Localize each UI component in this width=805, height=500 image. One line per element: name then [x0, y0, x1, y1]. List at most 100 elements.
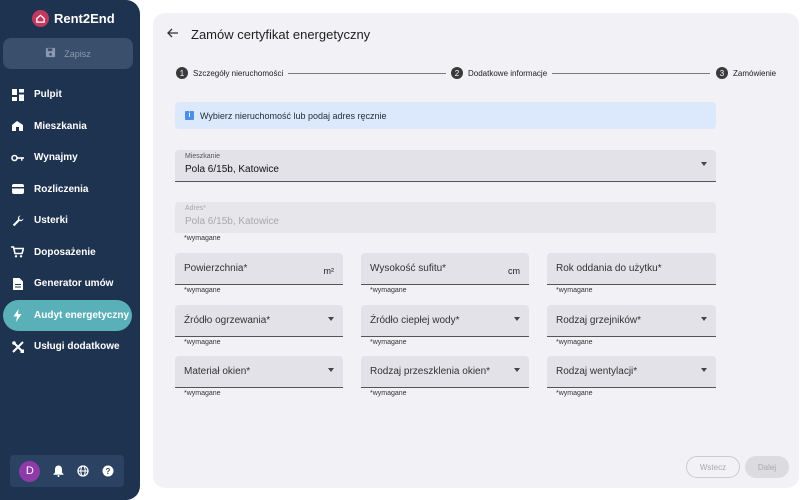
area-unit: m²: [323, 266, 335, 276]
globe-icon[interactable]: [76, 464, 90, 478]
apartment-label: Mieszkanie: [185, 153, 221, 160]
sidebar-item-label: Mieszkania: [34, 120, 87, 132]
address-field: Adres* Pola 6/15b, Katowice: [175, 202, 716, 233]
radiators-select[interactable]: Rodzaj grzejników*: [547, 305, 716, 337]
sidebar-item-label: Generator umów: [34, 278, 114, 290]
floppy-icon: [45, 47, 56, 60]
sidebar-item-uslugi-dodatkowe[interactable]: Usługi dodatkowe: [0, 331, 140, 363]
sidebar-item-label: Usługi dodatkowe: [34, 341, 120, 353]
heating-label: Źródło ogrzewania*: [184, 315, 271, 326]
hot-water-select[interactable]: Źródło ciepłej wody*: [361, 305, 529, 337]
back-arrow-icon[interactable]: [167, 25, 179, 43]
step-label: Szczegóły nieruchomości: [193, 68, 284, 78]
chevron-down-icon: [514, 368, 520, 372]
ventilation-select[interactable]: Rodzaj wentylacji*: [547, 356, 716, 388]
sidebar-nav: Pulpit Mieszkania Wynajmy Rozliczenia Us…: [0, 79, 140, 363]
document-icon: [11, 277, 24, 290]
sidebar-item-doposazenie[interactable]: Doposażenie: [0, 237, 140, 269]
step-label: Zamówienie: [733, 68, 777, 78]
address-required: *wymagane: [184, 235, 221, 242]
year-label: Rok oddania do użytku*: [556, 263, 662, 274]
ventilation-label: Rodzaj wentylacji*: [556, 366, 638, 377]
sidebar-item-rozliczenia[interactable]: Rozliczenia: [0, 174, 140, 206]
info-alert: i Wybierz nieruchomość lub podaj adres r…: [175, 102, 716, 129]
cart-icon: [11, 246, 24, 259]
hot-water-required: *wymagane: [370, 339, 407, 346]
apartment-select[interactable]: Mieszkanie Pola 6/15b, Katowice: [175, 150, 716, 182]
step-label: Dodatkowe informacje: [468, 68, 548, 78]
app-name: Rent2End: [54, 11, 115, 26]
chevron-down-icon: [328, 368, 334, 372]
step-1: 1 Szczegóły nieruchomości: [176, 67, 283, 79]
window-material-select[interactable]: Materiał okien*: [175, 356, 343, 388]
logo-icon: [32, 10, 49, 27]
year-required: *wymagane: [556, 287, 593, 294]
glazing-select[interactable]: Rodzaj przeszklenia okien*: [361, 356, 529, 388]
back-button[interactable]: Wstecz: [686, 456, 740, 478]
height-field[interactable]: Wysokość sufitu* cm: [361, 253, 529, 285]
sidebar-item-audyt-energetyczny[interactable]: Audyt energetyczny: [3, 299, 132, 331]
height-unit: cm: [508, 266, 520, 276]
chevron-down-icon: [701, 162, 707, 166]
sidebar-footer: D ?: [10, 455, 124, 487]
sidebar-item-wynajmy[interactable]: Wynajmy: [0, 142, 140, 174]
chevron-down-icon: [701, 368, 707, 372]
sidebar-item-label: Doposażenie: [34, 246, 96, 258]
ventilation-required: *wymagane: [556, 390, 593, 397]
dashboard-icon: [11, 88, 24, 101]
sidebar-item-pulpit[interactable]: Pulpit: [0, 79, 140, 111]
year-field[interactable]: Rok oddania do użytku*: [547, 253, 716, 285]
avatar[interactable]: D: [19, 460, 41, 482]
step-number: 2: [451, 67, 463, 79]
step-connector: [288, 73, 446, 74]
area-field[interactable]: Powierzchnia* m²: [175, 253, 343, 285]
page-header: Zamów certyfikat energetyczny: [167, 25, 370, 43]
info-icon: i: [185, 111, 194, 120]
sidebar-item-label: Wynajmy: [34, 152, 78, 164]
card-icon: [11, 183, 24, 196]
logo[interactable]: Rent2End: [32, 10, 115, 27]
hot-water-label: Źródło ciepłej wody*: [370, 315, 460, 326]
heating-select[interactable]: Źródło ogrzewania*: [175, 305, 343, 337]
step-number: 1: [176, 67, 188, 79]
apartment-value: Pola 6/15b, Katowice: [185, 164, 279, 175]
save-label: Zapisz: [64, 48, 91, 59]
next-button[interactable]: Dalej: [745, 456, 789, 478]
save-button[interactable]: Zapisz: [3, 38, 133, 69]
sidebar-item-label: Audyt energetyczny: [34, 309, 130, 321]
sidebar: Rent2End Zapisz Pulpit Mieszkania Wynajm…: [0, 0, 140, 500]
step-2: 2 Dodatkowe informacje: [451, 67, 547, 79]
radiators-required: *wymagane: [556, 339, 593, 346]
step-number: 3: [716, 67, 728, 79]
address-value: Pola 6/15b, Katowice: [185, 216, 279, 227]
page-title: Zamów certyfikat energetyczny: [191, 26, 371, 42]
area-label: Powierzchnia*: [184, 263, 248, 274]
sidebar-item-label: Rozliczenia: [34, 183, 89, 195]
heating-required: *wymagane: [184, 339, 221, 346]
chevron-down-icon: [328, 317, 334, 321]
sidebar-item-generator-umow[interactable]: Generator umów: [0, 268, 140, 300]
chevron-down-icon: [514, 317, 520, 321]
help-icon[interactable]: ?: [101, 464, 115, 478]
chevron-down-icon: [701, 317, 707, 321]
radiators-label: Rodzaj grzejników*: [556, 315, 642, 326]
wrench-icon: [11, 214, 24, 227]
sidebar-item-usterki[interactable]: Usterki: [0, 205, 140, 237]
bell-icon[interactable]: [51, 464, 65, 478]
area-required: *wymagane: [184, 287, 221, 294]
bolt-icon: [11, 308, 24, 322]
house-icon: [11, 120, 24, 133]
window-material-label: Materiał okien*: [184, 366, 251, 377]
info-text: Wybierz nieruchomość lub podaj adres ręc…: [200, 110, 387, 121]
tools-icon: [11, 340, 24, 353]
sidebar-item-mieszkania[interactable]: Mieszkania: [0, 111, 140, 143]
step-connector: [552, 73, 710, 74]
height-label: Wysokość sufitu*: [370, 263, 447, 274]
stepper: 1 Szczegóły nieruchomości 2 Dodatkowe in…: [176, 67, 776, 81]
window-material-required: *wymagane: [184, 390, 221, 397]
height-required: *wymagane: [370, 287, 407, 294]
sidebar-item-label: Pulpit: [34, 89, 62, 101]
sidebar-item-label: Usterki: [34, 215, 68, 227]
address-label: Adres*: [185, 205, 207, 212]
glazing-label: Rodzaj przeszklenia okien*: [370, 366, 491, 377]
